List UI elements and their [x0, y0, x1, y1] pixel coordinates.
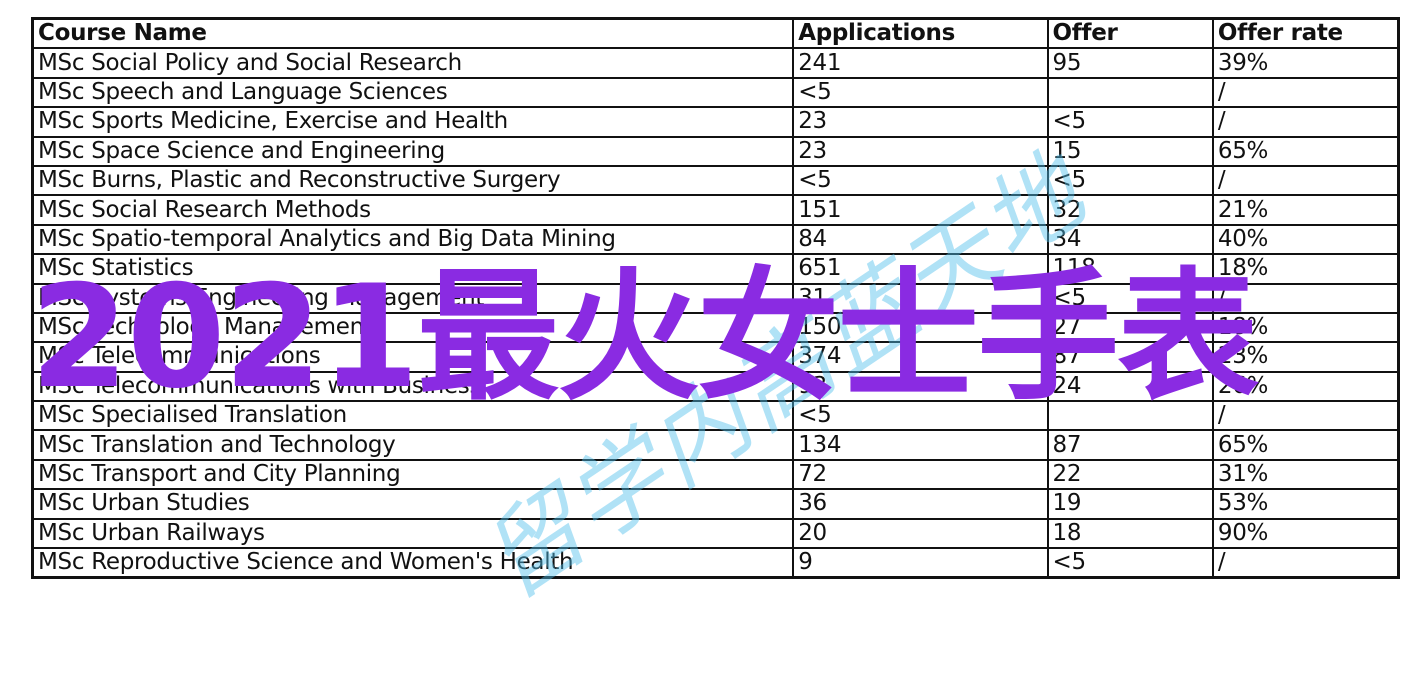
offer-cell: 34 [1046, 223, 1214, 256]
table-row: MSc Speech and Language Sciences <5 / [31, 76, 1400, 109]
offer-rate-cell: 21% [1211, 194, 1400, 226]
offer-rate-cell: / [1211, 164, 1400, 197]
course-name-cell: MSc Sports Medicine, Exercise and Health [31, 106, 795, 138]
applications-cell: 241 [792, 47, 1049, 79]
course-name-cell: MSc Urban Studies [31, 488, 795, 520]
course-name-cell: MSc Social Research Methods [31, 194, 795, 226]
applications-cell: 23 [792, 106, 1049, 138]
applications-cell: 23 [792, 135, 1049, 167]
offer-cell: 87 [1046, 429, 1214, 461]
offer-rate-cell: 31% [1211, 458, 1400, 491]
header-row: Course Name Applications Offer Offer rat… [31, 17, 1400, 50]
course-name-cell: MSc Spatio-temporal Analytics and Big Da… [31, 223, 795, 256]
table-row: MSc Urban Studies 36 19 53% [31, 488, 1400, 520]
offer-cell: 18 [1046, 517, 1214, 550]
table-row: MSc Social Research Methods 151 32 21% [31, 194, 1400, 226]
course-name-cell: MSc Urban Railways [31, 517, 795, 550]
offer-cell: <5 [1046, 106, 1214, 138]
table-row: MSc Spatio-temporal Analytics and Big Da… [31, 223, 1400, 256]
offer-cell [1046, 76, 1214, 109]
applications-cell: <5 [792, 164, 1049, 197]
course-name-cell: MSc Reproductive Science and Women's Hea… [31, 547, 795, 579]
offer-rate-cell: / [1211, 76, 1400, 109]
offer-cell: <5 [1046, 164, 1214, 197]
applications-cell: 151 [792, 194, 1049, 226]
offer-cell: 95 [1046, 47, 1214, 79]
table-row: MSc Urban Railways 20 18 90% [31, 517, 1400, 550]
offer-cell: <5 [1046, 547, 1214, 579]
offer-cell: 22 [1046, 458, 1214, 491]
table-row: MSc Space Science and Engineering 23 15 65% [31, 135, 1400, 167]
applications-cell: 84 [792, 223, 1049, 256]
table-row: MSc Transport and City Planning 72 22 31% [31, 458, 1400, 491]
course-name-cell: MSc Burns, Plastic and Reconstructive Su… [31, 164, 795, 197]
offer-rate-cell: 53% [1211, 488, 1400, 520]
course-name-cell: MSc Social Policy and Social Research [31, 47, 795, 79]
header-offer: Offer [1046, 17, 1214, 50]
offer-rate-cell: 40% [1211, 223, 1400, 256]
offer-rate-cell: 65% [1211, 135, 1400, 167]
table-row: MSc Social Policy and Social Research 241… [31, 47, 1400, 79]
offer-rate-cell: 90% [1211, 517, 1400, 550]
course-name-cell: MSc Translation and Technology [31, 429, 795, 461]
course-name-cell: MSc Space Science and Engineering [31, 135, 795, 167]
offer-rate-cell: / [1211, 547, 1400, 579]
course-name-cell: MSc Transport and City Planning [31, 458, 795, 491]
course-name-cell: MSc Speech and Language Sciences [31, 76, 795, 109]
header-offer-rate: Offer rate [1211, 17, 1400, 50]
offer-cell: 15 [1046, 135, 1214, 167]
table-row: MSc Reproductive Science and Women's Hea… [31, 547, 1400, 579]
offer-rate-cell: 39% [1211, 47, 1400, 79]
applications-cell: 9 [792, 547, 1049, 579]
header-course-name: Course Name [31, 17, 795, 50]
table-row: MSc Sports Medicine, Exercise and Health… [31, 106, 1400, 138]
applications-cell: 36 [792, 488, 1049, 520]
applications-cell: <5 [792, 76, 1049, 109]
table-row: MSc Translation and Technology 134 87 65% [31, 429, 1400, 461]
overlay-title: 2021最火女士手表 [30, 255, 1259, 420]
applications-cell: 20 [792, 517, 1049, 550]
offer-cell: 19 [1046, 488, 1214, 520]
offer-rate-cell: / [1211, 106, 1400, 138]
offer-cell: 32 [1046, 194, 1214, 226]
applications-cell: 72 [792, 458, 1049, 491]
offer-rate-cell: 65% [1211, 429, 1400, 461]
header-applications: Applications [792, 17, 1049, 50]
applications-cell: 134 [792, 429, 1049, 461]
table-row: MSc Burns, Plastic and Reconstructive Su… [31, 164, 1400, 197]
